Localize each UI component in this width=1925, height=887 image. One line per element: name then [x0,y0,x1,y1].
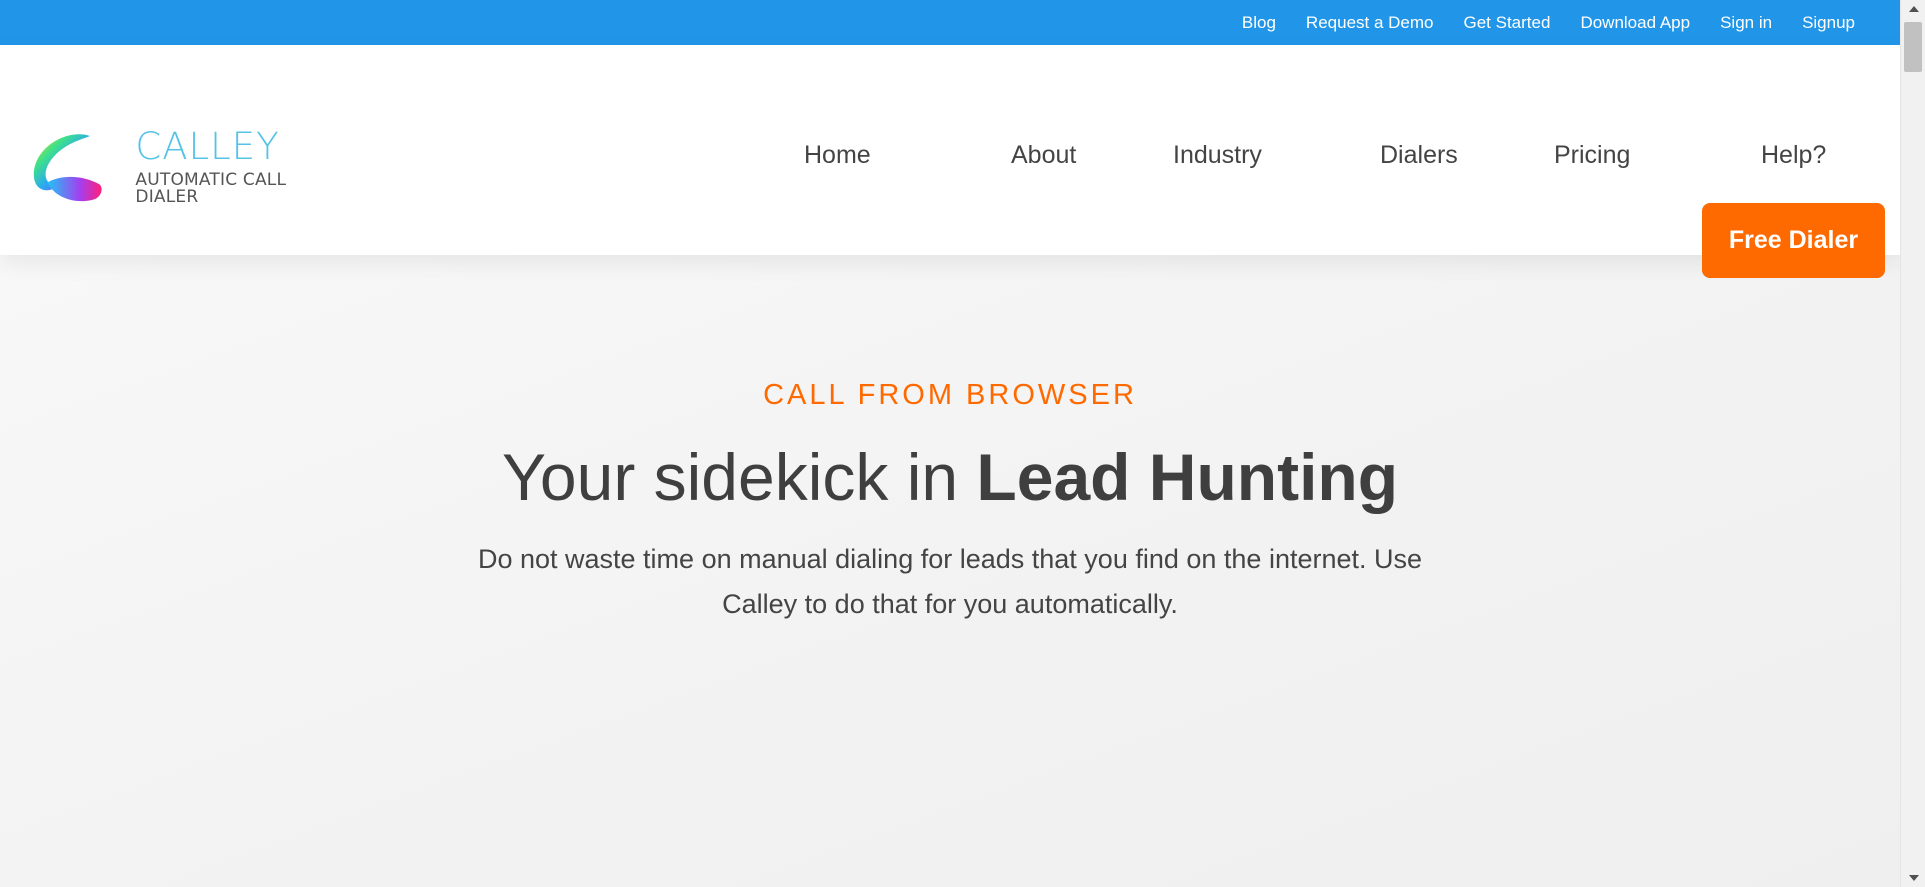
scrollbar-thumb[interactable] [1904,22,1922,72]
nav-industry[interactable]: Industry [1173,141,1262,170]
vertical-scrollbar[interactable] [1900,0,1925,887]
nav-help[interactable]: Help? [1761,141,1826,170]
logo-tagline: AUTOMATIC CALL DIALER [135,170,287,207]
topbar-link-signup[interactable]: Signup [1802,13,1855,33]
scroll-up-arrow-icon[interactable] [1901,0,1925,18]
scroll-down-arrow-icon[interactable] [1901,869,1925,887]
nav-about[interactable]: About [1011,141,1076,170]
topbar-link-sign-in[interactable]: Sign in [1720,13,1772,33]
hero-subtext-line-1: Do not waste time on manual dialing for … [477,544,1423,574]
nav-dialers[interactable]: Dialers [1380,141,1458,170]
topbar-links: Blog Request a Demo Get Started Download… [1242,0,1855,45]
topbar-link-download-app[interactable]: Download App [1580,13,1690,33]
top-utility-bar: Blog Request a Demo Get Started Download… [0,0,1900,45]
hero-headline: Your sidekick in Lead Hunting [0,444,1900,510]
topbar-link-request-demo[interactable]: Request a Demo [1306,13,1434,33]
logo-name: CALLEY [135,125,280,168]
nav-pricing[interactable]: Pricing [1554,141,1630,170]
site-header: CALLEY AUTOMATIC CALL DIALER Home About … [0,45,1900,278]
headline-regular: Your sidekick in [501,440,977,514]
hero-subtext-line-2: Calley to do that for you automatically. [722,589,1178,619]
page-viewport: Blog Request a Demo Get Started Download… [0,0,1900,887]
calley-logo-icon [33,134,102,202]
headline-bold: Lead Hunting [976,440,1399,514]
nav-home[interactable]: Home [804,141,871,170]
hero-subtext: Do not waste time on manual dialing for … [0,537,1900,627]
topbar-link-get-started[interactable]: Get Started [1464,13,1551,33]
site-logo[interactable]: CALLEY AUTOMATIC CALL DIALER [28,112,348,222]
logo-text: CALLEY AUTOMATIC CALL DIALER [135,128,348,206]
free-dialer-button[interactable]: Free Dialer [1702,203,1885,278]
hero-eyebrow: CALL FROM BROWSER [763,379,1137,411]
topbar-link-blog[interactable]: Blog [1242,13,1276,33]
